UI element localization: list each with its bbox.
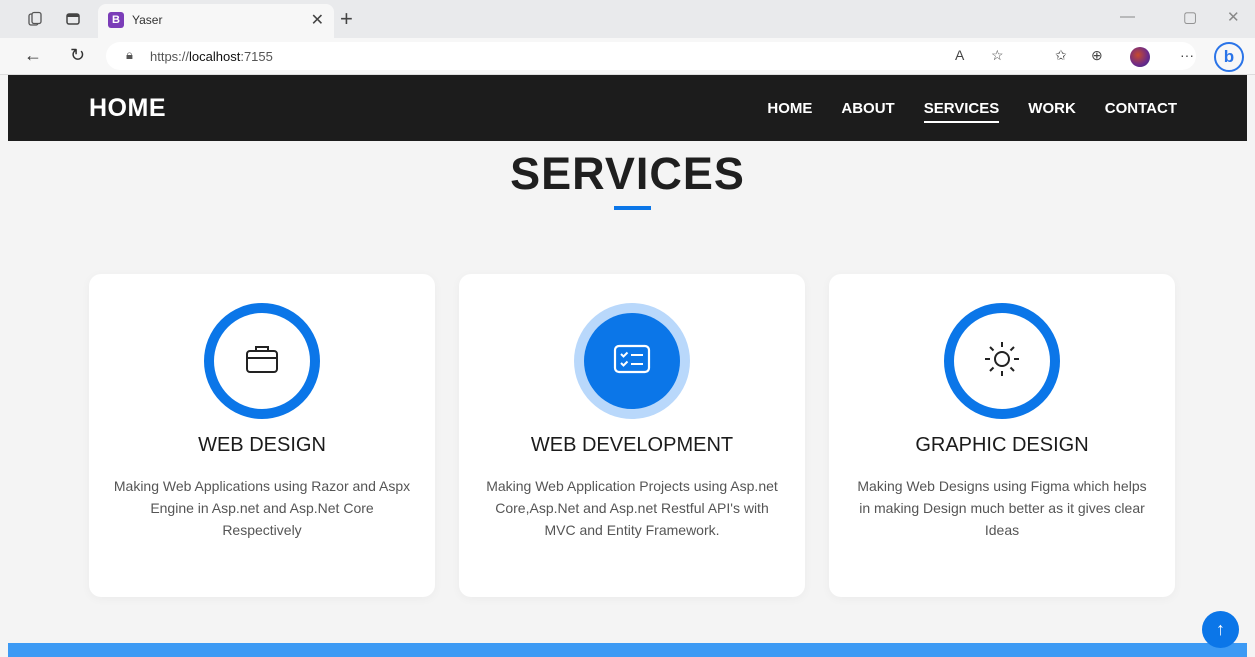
service-card-web-development: WEB DEVELOPMENT Making Web Application P… [459,274,805,597]
close-window-icon[interactable]: ✕ [1227,8,1240,26]
service-title: WEB DESIGN [198,434,326,456]
nav-services[interactable]: SERVICES [923,100,999,123]
nav-links: HOME ABOUT SERVICES WORK CONTACT [767,100,1177,123]
tab-favicon-icon: B [108,12,124,28]
scroll-to-top-button[interactable]: ↑ [1202,611,1239,648]
nav-about[interactable]: ABOUT [841,100,894,117]
restore-icon[interactable]: ▢ [1183,8,1197,26]
site-navbar: HOME HOME ABOUT SERVICES WORK CONTACT [8,75,1247,141]
url-text: https://localhost:7155 [150,49,273,64]
browser-address-bar: ← ↻ 🔒︎ https://localhost:7155 A ☆ ✩ ⊕ ··… [0,38,1255,75]
close-tab-icon[interactable]: ✕ [311,10,324,30]
section-title: SERVICES [510,148,745,199]
new-tab-icon[interactable]: + [340,6,353,32]
service-description: Making Web Designs using Figma which hel… [857,478,1147,538]
favorites-icon[interactable]: ✩ [1055,47,1067,64]
more-menu-icon[interactable]: ··· [1180,47,1194,63]
service-card-graphic-design: GRAPHIC DESIGN Making Web Designs using … [829,274,1175,597]
service-description: Making Web Applications using Razor and … [113,478,411,538]
service-title: GRAPHIC DESIGN [915,434,1089,456]
tab-actions-icon[interactable] [63,9,83,29]
refresh-icon[interactable]: ↻ [70,45,85,66]
arrow-up-icon: ↑ [1216,619,1225,639]
site-info-icon[interactable]: 🔒︎ [126,47,133,63]
tab-title: Yaser [132,13,163,27]
sun-icon [982,339,1022,384]
minimize-icon[interactable]: — [1120,8,1135,25]
service-icon-circle [584,313,680,409]
footer-bar [8,643,1247,657]
service-card-web-design: WEB DESIGN Making Web Applications using… [89,274,435,597]
briefcase-icon [244,343,280,380]
site-brand[interactable]: HOME [89,94,166,123]
browser-tab-bar: B Yaser ✕ + — ▢ ✕ [0,0,1255,38]
service-title: WEB DEVELOPMENT [530,434,734,456]
read-aloud-icon[interactable]: A [955,47,964,63]
card-checklist-icon [613,343,651,380]
back-icon[interactable]: ← [24,45,42,66]
workspaces-icon[interactable] [25,9,45,29]
service-description: Making Web Application Projects using As… [486,478,778,538]
nav-work[interactable]: WORK [1028,100,1076,117]
collections-icon[interactable]: ⊕ [1091,47,1103,64]
service-icon-circle [204,303,320,419]
browser-tab[interactable]: B Yaser ✕ [98,4,334,38]
profile-avatar[interactable] [1130,47,1150,67]
bing-icon[interactable]: b [1214,42,1244,72]
title-underline [614,206,651,210]
url-field[interactable]: 🔒︎ https://localhost:7155 [106,42,1196,70]
nav-contact[interactable]: CONTACT [1105,100,1177,117]
service-icon-circle [944,303,1060,419]
favorite-star-icon[interactable]: ☆ [991,47,1004,64]
nav-home[interactable]: HOME [767,100,812,117]
